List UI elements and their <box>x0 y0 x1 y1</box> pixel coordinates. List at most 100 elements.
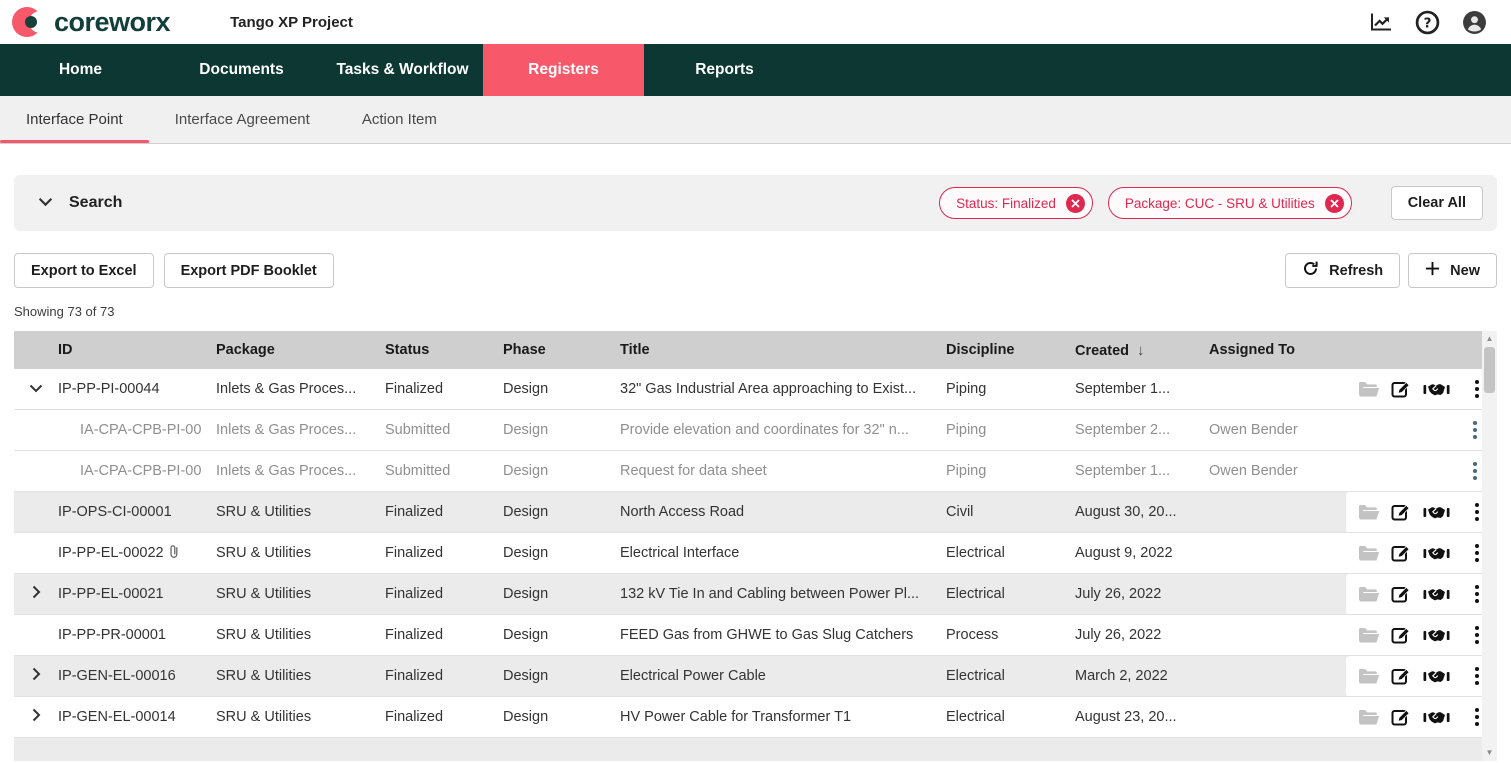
table-row-interface-point[interactable]: IP-PP-PR-00001SRU & UtilitiesFinalizedDe… <box>14 615 1497 656</box>
header-id[interactable]: ID <box>50 342 208 358</box>
tab-interface-agreement[interactable]: Interface Agreement <box>149 96 336 143</box>
cell-status: Submitted <box>377 422 495 438</box>
sort-descending-icon: ↓ <box>1137 342 1145 359</box>
interface-point-table: ID Package Status Phase Title Discipline… <box>14 331 1497 761</box>
more-options-icon[interactable] <box>1472 500 1482 524</box>
clear-all-button[interactable]: Clear All <box>1391 186 1483 220</box>
header-discipline[interactable]: Discipline <box>938 342 1067 358</box>
expand-row-icon[interactable] <box>32 708 41 726</box>
edit-icon[interactable] <box>1391 666 1412 687</box>
header-status[interactable]: Status <box>377 342 495 358</box>
header-created[interactable]: Created↓ <box>1067 342 1201 359</box>
export-excel-button[interactable]: Export to Excel <box>14 253 154 288</box>
header-package[interactable]: Package <box>208 342 377 358</box>
row-actions <box>1346 533 1497 573</box>
nav-item-tasks-workflow[interactable]: Tasks & Workflow <box>322 44 483 96</box>
cell-id: IP-GEN-EL-00014 <box>50 709 208 725</box>
refresh-button[interactable]: Refresh <box>1285 253 1400 288</box>
nav-item-registers[interactable]: Registers <box>483 44 644 96</box>
row-expander-cell <box>14 585 50 603</box>
analytics-icon[interactable] <box>1370 12 1393 32</box>
cell-actions <box>1346 697 1497 737</box>
more-options-icon[interactable] <box>1472 705 1482 729</box>
cell-title: 32" Gas Industrial Area approaching to E… <box>612 381 938 397</box>
collapse-row-icon[interactable] <box>29 381 43 397</box>
refresh-icon <box>1302 260 1319 281</box>
table-row-interface-point[interactable]: IP-GEN-EL-00016SRU & UtilitiesFinalizedD… <box>14 656 1497 697</box>
scroll-up-arrow[interactable]: ▲ <box>1482 334 1497 343</box>
table-row-partial <box>14 738 1497 761</box>
open-folder-icon[interactable] <box>1358 709 1380 726</box>
remove-filter-icon[interactable] <box>1325 194 1344 213</box>
edit-icon[interactable] <box>1391 625 1412 646</box>
agreement-handshake-icon[interactable] <box>1423 505 1450 520</box>
cell-title: Provide elevation and coordinates for 32… <box>612 422 938 438</box>
vertical-scrollbar[interactable]: ▲ ▼ <box>1482 331 1497 761</box>
project-title: Tango XP Project <box>230 14 353 31</box>
nav-item-home[interactable]: Home <box>0 44 161 96</box>
more-options-icon[interactable] <box>1472 582 1482 606</box>
more-options-icon[interactable] <box>1472 623 1482 647</box>
expand-row-icon[interactable] <box>32 667 41 685</box>
agreement-handshake-icon[interactable] <box>1423 382 1450 397</box>
cell-title: Electrical Power Cable <box>612 668 938 684</box>
header-title[interactable]: Title <box>612 342 938 358</box>
cell-discipline: Electrical <box>938 586 1067 602</box>
cell-title: Request for data sheet <box>612 463 938 479</box>
open-folder-icon[interactable] <box>1358 586 1380 603</box>
row-actions <box>1346 369 1497 409</box>
tab-action-item[interactable]: Action Item <box>336 96 463 143</box>
agreement-handshake-icon[interactable] <box>1423 710 1450 725</box>
more-options-icon[interactable] <box>1470 459 1480 483</box>
tab-interface-point[interactable]: Interface Point <box>0 96 149 143</box>
more-options-icon[interactable] <box>1472 377 1482 401</box>
open-folder-icon[interactable] <box>1358 381 1380 398</box>
edit-icon[interactable] <box>1391 379 1412 400</box>
table-row-interface-point[interactable]: IP-OPS-CI-00001SRU & UtilitiesFinalizedD… <box>14 492 1497 533</box>
open-folder-icon[interactable] <box>1358 627 1380 644</box>
help-icon[interactable]: ? <box>1415 10 1440 35</box>
edit-icon[interactable] <box>1391 584 1412 605</box>
agreement-handshake-icon[interactable] <box>1423 669 1450 684</box>
edit-icon[interactable] <box>1391 543 1412 564</box>
account-icon[interactable] <box>1462 10 1487 35</box>
agreement-handshake-icon[interactable] <box>1423 546 1450 561</box>
open-folder-icon[interactable] <box>1358 545 1380 562</box>
nav-item-documents[interactable]: Documents <box>161 44 322 96</box>
open-folder-icon[interactable] <box>1358 668 1380 685</box>
header-phase[interactable]: Phase <box>495 342 612 358</box>
cell-id: IP-PP-PI-00044 <box>50 381 208 397</box>
header-assigned-to[interactable]: Assigned To <box>1201 342 1346 358</box>
scroll-down-arrow[interactable]: ▼ <box>1482 748 1497 757</box>
export-pdf-booklet-button[interactable]: Export PDF Booklet <box>164 253 334 288</box>
scrollbar-thumb[interactable] <box>1484 347 1495 393</box>
more-options-icon[interactable] <box>1472 541 1482 565</box>
cell-created: September 1... <box>1067 381 1201 397</box>
search-collapse-toggle[interactable]: Search <box>38 194 122 212</box>
plus-icon <box>1425 261 1440 280</box>
more-options-icon[interactable] <box>1470 418 1480 442</box>
open-folder-icon[interactable] <box>1358 504 1380 521</box>
expand-row-icon[interactable] <box>32 585 41 603</box>
cell-package: SRU & Utilities <box>208 668 377 684</box>
remove-filter-icon[interactable] <box>1066 194 1085 213</box>
filter-chip-status: Status: Finalized <box>939 187 1093 219</box>
cell-id: IA-CPA-CPB-PI-00 <box>50 463 208 479</box>
agreement-handshake-icon[interactable] <box>1423 628 1450 643</box>
agreement-handshake-icon[interactable] <box>1423 587 1450 602</box>
cell-package: SRU & Utilities <box>208 504 377 520</box>
table-row-agreement[interactable]: IA-CPA-CPB-PI-00Inlets & Gas Proces...Su… <box>14 451 1497 492</box>
table-row-interface-point[interactable]: IP-GEN-EL-00014SRU & UtilitiesFinalizedD… <box>14 697 1497 738</box>
nav-item-reports[interactable]: Reports <box>644 44 805 96</box>
cell-actions <box>1346 574 1497 614</box>
cell-created: August 30, 20... <box>1067 504 1201 520</box>
new-button[interactable]: New <box>1408 253 1497 288</box>
edit-icon[interactable] <box>1391 707 1412 728</box>
edit-icon[interactable] <box>1391 502 1412 523</box>
more-options-icon[interactable] <box>1472 664 1482 688</box>
table-row-agreement[interactable]: IA-CPA-CPB-PI-00Inlets & Gas Proces...Su… <box>14 410 1497 451</box>
table-row-interface-point[interactable]: IP-PP-EL-00021SRU & UtilitiesFinalizedDe… <box>14 574 1497 615</box>
table-row-interface-point[interactable]: IP-PP-PI-00044Inlets & Gas Proces...Fina… <box>14 369 1497 410</box>
cell-id: IP-GEN-EL-00016 <box>50 668 208 684</box>
table-row-interface-point[interactable]: IP-PP-EL-00022SRU & UtilitiesFinalizedDe… <box>14 533 1497 574</box>
